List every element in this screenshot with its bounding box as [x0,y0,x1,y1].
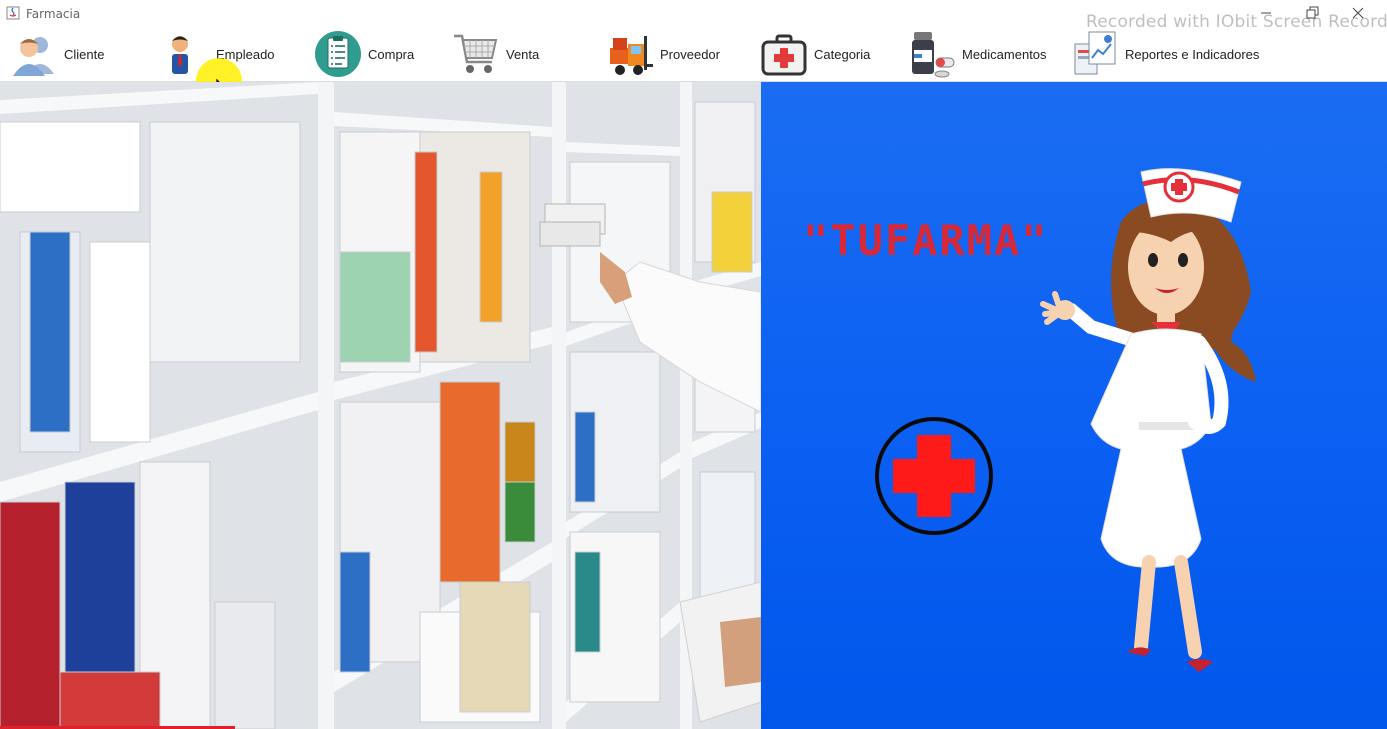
first-aid-kit-icon [761,34,807,76]
nurse-illustration [1040,168,1256,672]
toolbar-button-cliente[interactable]: Cliente [10,27,104,81]
toolbar-button-medicamentos[interactable]: Medicamentos [908,27,1047,81]
shopping-cart-icon [454,34,498,73]
toolbar-label: Compra [368,46,415,62]
toolbar-button-proveedor[interactable]: Proveedor [606,27,720,81]
toolbar-button-compra[interactable]: Compra [314,27,414,81]
pharmacy-shelves-image [0,82,761,729]
brand-title: "TUFARMA" [803,216,1049,265]
toolbar-button-venta[interactable]: Venta [452,27,539,81]
close-icon[interactable] [1348,4,1368,22]
toolbar-label: Venta [506,46,540,62]
report-chart-icon [1074,31,1116,75]
restore-icon[interactable] [1302,4,1322,22]
clipboard-icon [315,31,361,77]
minimize-icon[interactable] [1256,4,1276,22]
red-cross-icon [875,417,993,535]
toolbar-label: Categoria [814,46,871,62]
toolbar-label: Proveedor [660,46,720,62]
toolbar-label: Cliente [64,46,105,62]
brand-panel: "TUFARMA" [761,82,1387,729]
toolbar-button-categoria[interactable]: Categoria [760,27,870,81]
java-app-icon [6,6,20,20]
main-toolbar: Cliente Empleado Compra Venta Proveedor … [0,27,1387,104]
window-titlebar: Farmacia Recorded with IObit Screen Reco… [0,0,1387,32]
window-title: Farmacia [26,7,81,21]
medicine-bottle-icon [912,32,955,78]
toolbar-button-reportes[interactable]: Reportes e Indicadores [1071,27,1259,81]
toolbar-label: Medicamentos [962,46,1047,62]
forklift-icon [610,36,653,75]
users-icon [13,37,54,76]
toolbar-label: Reportes e Indicadores [1125,46,1260,62]
pharmacy-shelves-illustration [0,82,761,729]
